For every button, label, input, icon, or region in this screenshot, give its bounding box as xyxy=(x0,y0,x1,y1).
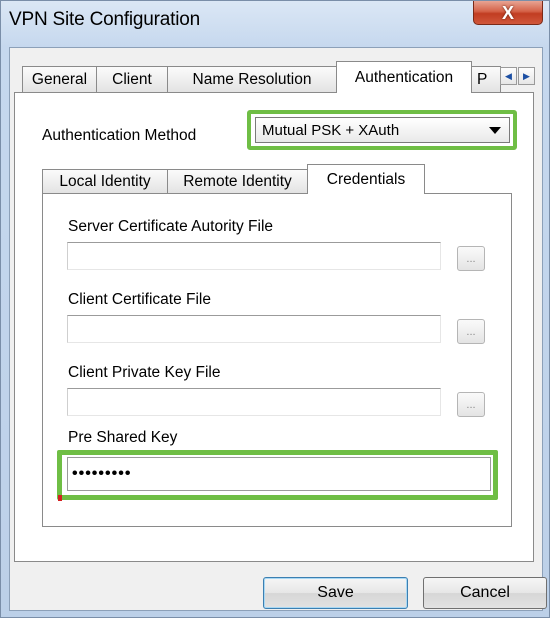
tab-scroll-right-button[interactable]: ▶ xyxy=(518,67,535,85)
server-cert-browse-button[interactable]: ... xyxy=(457,246,485,271)
chevron-left-icon: ◀ xyxy=(505,70,512,81)
dropdown-arrow-icon xyxy=(489,127,501,134)
tab-authentication[interactable]: Authentication xyxy=(336,61,472,93)
error-mark xyxy=(58,495,62,501)
server-cert-input[interactable] xyxy=(67,242,441,270)
psk-input[interactable]: ••••••••• xyxy=(67,457,491,491)
client-cert-label: Client Certificate File xyxy=(68,291,211,308)
auth-method-value: Mutual PSK + XAuth xyxy=(262,121,400,139)
server-cert-label: Server Certificate Autority File xyxy=(68,218,274,235)
window-title: VPN Site Configuration xyxy=(9,9,200,30)
auth-method-select[interactable]: Mutual PSK + XAuth xyxy=(255,117,510,143)
auth-method-label: Authentication Method xyxy=(42,127,197,144)
chevron-right-icon: ▶ xyxy=(523,70,530,81)
client-key-label: Client Private Key File xyxy=(68,364,221,381)
save-button[interactable]: Save xyxy=(263,577,408,609)
tab-general[interactable]: General xyxy=(22,66,97,92)
client-cert-browse-button[interactable]: ... xyxy=(457,319,485,344)
tab-scroll-left-button[interactable]: ◀ xyxy=(500,67,517,85)
tab-client[interactable]: Client xyxy=(96,66,168,92)
tab-p[interactable]: P xyxy=(471,66,501,92)
tab-credentials[interactable]: Credentials xyxy=(307,164,425,194)
tab-local-identity[interactable]: Local Identity xyxy=(42,169,168,193)
psk-label: Pre Shared Key xyxy=(68,429,178,446)
close-button[interactable]: X xyxy=(473,1,543,25)
client-cert-input[interactable] xyxy=(67,315,441,343)
vpn-config-window: VPN Site Configuration X General Client … xyxy=(0,0,550,618)
tab-name-resolution[interactable]: Name Resolution xyxy=(167,66,337,92)
client-key-browse-button[interactable]: ... xyxy=(457,392,485,417)
tab-remote-identity[interactable]: Remote Identity xyxy=(167,169,308,193)
close-icon: X xyxy=(501,2,514,23)
client-key-input[interactable] xyxy=(67,388,441,416)
cancel-button[interactable]: Cancel xyxy=(423,577,547,609)
